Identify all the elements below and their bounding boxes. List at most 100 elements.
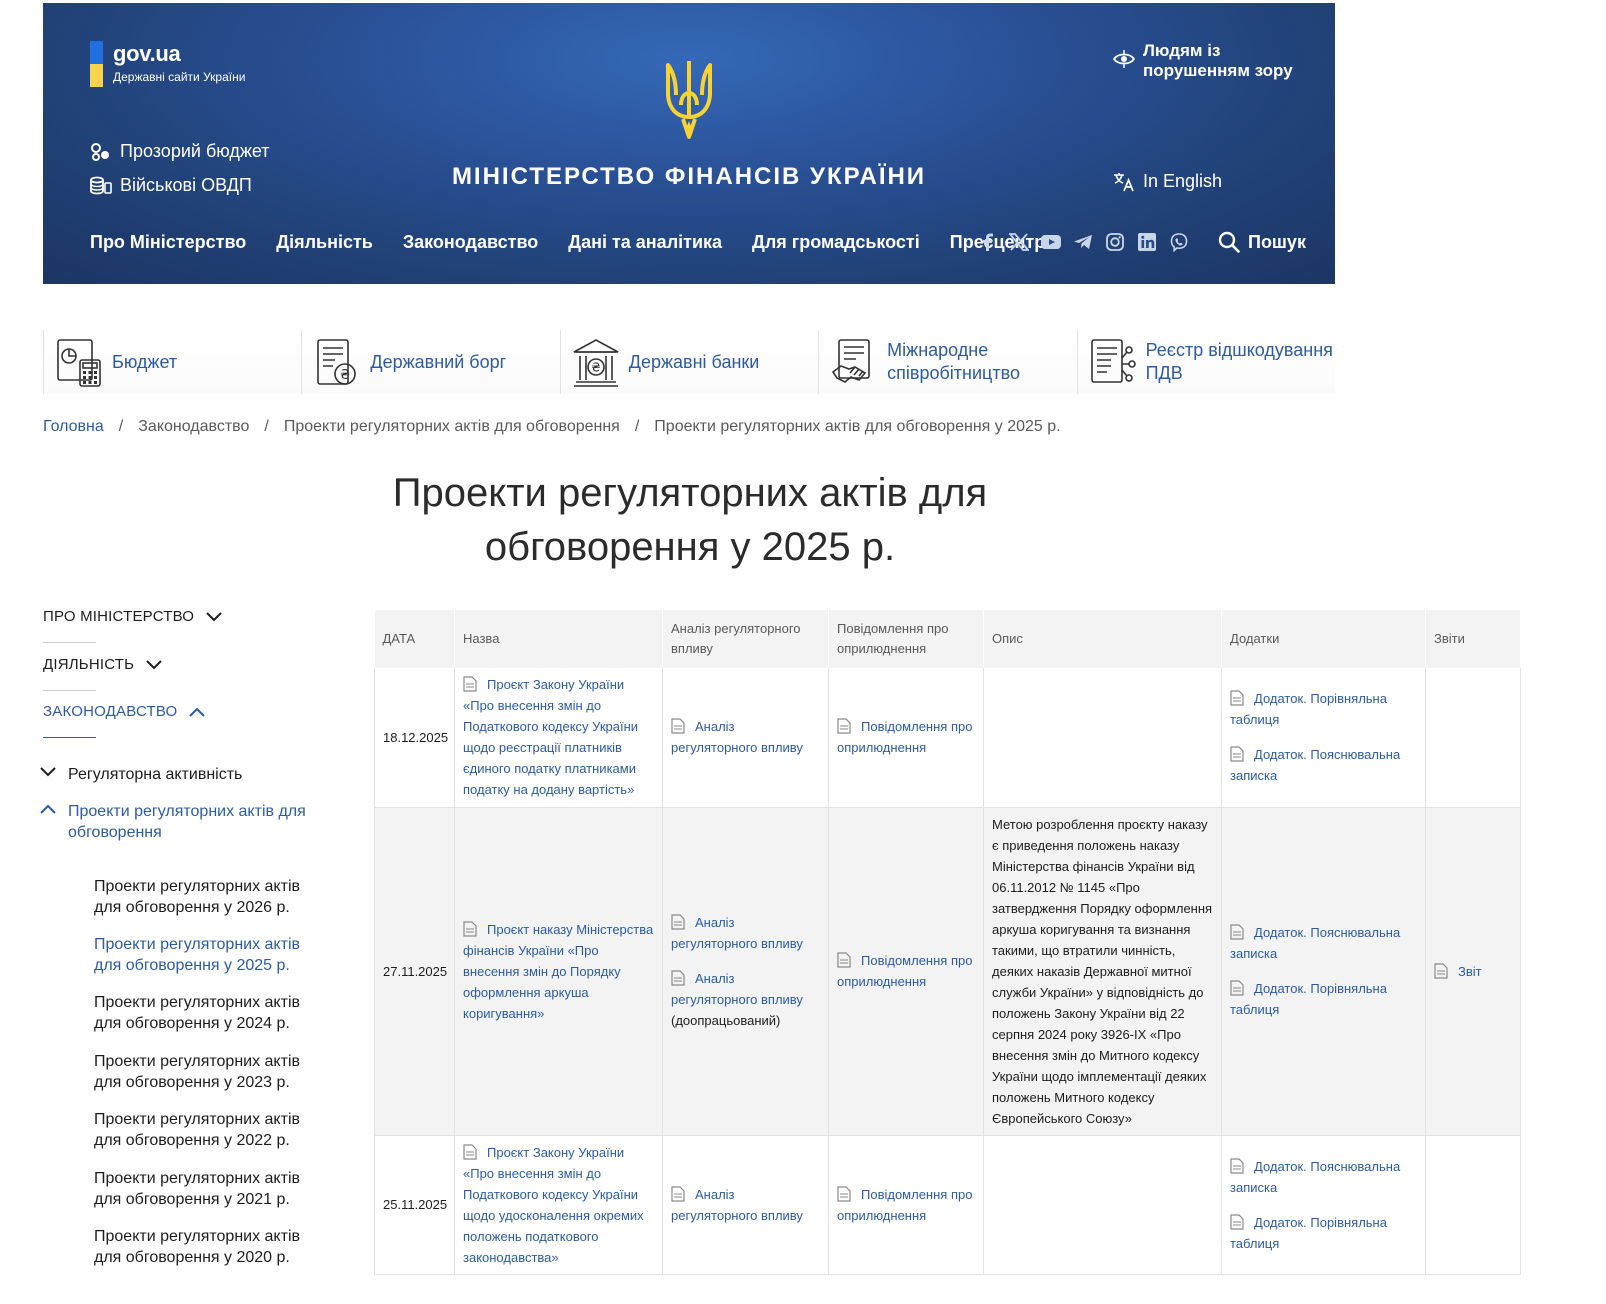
gov-ua-subtitle: Державні сайти України: [113, 70, 246, 84]
linkedin-icon[interactable]: [1137, 232, 1157, 252]
telegram-icon[interactable]: [1073, 232, 1093, 252]
notice-link-label: Повідомлення про оприлюднення: [837, 719, 973, 756]
ukraine-trident-icon[interactable]: [663, 59, 715, 141]
document-icon: [1230, 1157, 1244, 1174]
report-link[interactable]: Звіт: [1434, 961, 1512, 982]
sidebar-year-2026[interactable]: Проекти регуляторних актів для обговорен…: [94, 876, 324, 918]
breadcrumb-separator: /: [634, 418, 640, 435]
row-description: Метою розроблення проєкту наказу є приве…: [983, 807, 1222, 1136]
quick-link-international[interactable]: Міжнародне співробітництво: [818, 330, 1077, 394]
appendix-link-label: Додаток. Пояснювальна записка: [1230, 747, 1401, 784]
sidebar-item-regulatory-activity[interactable]: Регуляторна активність: [38, 764, 242, 785]
breadcrumb-separator: /: [118, 418, 124, 435]
sidebar-section-activity[interactable]: ДІЯЛЬНІСТЬ: [43, 656, 162, 673]
notice-link[interactable]: Повідомлення про оприлюднення: [837, 950, 975, 992]
column-header-description: Опис: [983, 610, 1222, 668]
sidebar-year-2024[interactable]: Проекти регуляторних актів для обговорен…: [94, 992, 324, 1034]
quick-link-label: Міжнародне співробітництво: [887, 340, 1020, 383]
breadcrumb-drafts[interactable]: Проекти регуляторних актів для обговорен…: [284, 418, 620, 436]
chevron-down-icon: [40, 767, 56, 777]
row-description: [983, 1135, 1222, 1275]
quick-links: Бюджет ₴ Державний борг ₴ Державні банки…: [43, 330, 1335, 394]
document-link[interactable]: Проєкт наказу Міністерства фінансів Укра…: [463, 919, 654, 1024]
document-icon: [671, 1185, 685, 1202]
breadcrumb: Головна / Законодавство / Проекти регуля…: [43, 418, 1061, 436]
sidebar-year-2020[interactable]: Проекти регуляторних актів для обговорен…: [94, 1226, 324, 1268]
sidebar-year-2022[interactable]: Проекти регуляторних актів для обговорен…: [94, 1109, 324, 1151]
sidebar-year-2025[interactable]: Проекти регуляторних актів для обговорен…: [94, 934, 324, 976]
nav-legislation[interactable]: Законодавство: [403, 232, 538, 253]
facebook-icon[interactable]: [977, 232, 997, 252]
gov-ua-logo[interactable]: gov.ua Державні сайти України: [90, 41, 245, 87]
sidebar-section-legislation[interactable]: ЗАКОНОДАВСТВО: [43, 703, 206, 720]
document-link-label: Проєкт Закону України «Про внесення змін…: [463, 677, 639, 798]
instagram-icon[interactable]: [1105, 232, 1125, 252]
document-icon: [671, 718, 685, 734]
analysis-revised-link[interactable]: Аналіз регуляторного впливу: [671, 968, 820, 1010]
table-header-row: ДАТА Назва Аналіз регуляторного впливу П…: [374, 610, 1521, 668]
search-icon: [1218, 231, 1240, 253]
appendix-link-label: Додаток. Порівняльна таблиця: [1230, 1214, 1387, 1251]
appendix-link[interactable]: Додаток. Пояснювальна записка: [1230, 922, 1417, 964]
column-header-appendices: Додатки: [1221, 610, 1426, 668]
regulatory-acts-table: ДАТА Назва Аналіз регуляторного впливу П…: [374, 610, 1521, 1275]
appendix-link[interactable]: Додаток. Пояснювальна записка: [1230, 1156, 1417, 1198]
appendix-link[interactable]: Додаток. Порівняльна таблиця: [1230, 688, 1417, 730]
pdf-icon: [671, 913, 685, 930]
nav-data-analytics[interactable]: Дані та аналітика: [568, 232, 722, 253]
table-row: 25.11.2025 Проєкт Закону України «Про вн…: [374, 1135, 1521, 1275]
chevron-up-icon: [189, 707, 206, 717]
nav-about[interactable]: Про Міністерство: [90, 232, 246, 253]
search-label: Пошук: [1248, 231, 1306, 252]
notice-link-label: Повідомлення про оприлюднення: [837, 1186, 973, 1223]
column-header-date: ДАТА: [374, 610, 455, 668]
transparent-budget-link[interactable]: Прозорий бюджет: [90, 141, 270, 162]
pdf-icon: [1434, 962, 1448, 979]
main-nav: Про Міністерство Діяльність Законодавств…: [90, 229, 1075, 255]
sidebar-section-about[interactable]: ПРО МІНІСТЕРСТВО: [43, 608, 222, 625]
debt-document-icon: ₴: [317, 339, 357, 385]
svg-text:₴: ₴: [340, 368, 350, 383]
document-link[interactable]: Проєкт Закону України «Про внесення змін…: [463, 674, 654, 800]
quick-link-state-banks[interactable]: ₴ Державні банки: [559, 330, 819, 394]
row-description: [983, 668, 1222, 808]
viber-icon[interactable]: [1169, 232, 1189, 252]
analysis-link[interactable]: Аналіз регуляторного впливу: [671, 1184, 820, 1226]
breadcrumb-legislation[interactable]: Законодавство: [138, 418, 249, 436]
appendix-link[interactable]: Додаток. Порівняльна таблиця: [1230, 978, 1417, 1020]
sidebar-divider: [43, 690, 96, 691]
analysis-link[interactable]: Аналіз регуляторного впливу: [671, 912, 820, 954]
column-header-notice: Повідомлення про оприлюднення: [828, 610, 984, 668]
page-title: Проекти регуляторних актів для обговорен…: [392, 471, 988, 569]
sidebar-year-2023[interactable]: Проекти регуляторних актів для обговорен…: [94, 1051, 324, 1093]
sidebar-section-label: ПРО МІНІСТЕРСТВО: [43, 608, 195, 625]
breadcrumb-separator: /: [264, 418, 269, 435]
quick-link-state-debt[interactable]: ₴ Державний борг: [301, 330, 560, 394]
quick-link-label: Державні банки: [628, 351, 760, 372]
notice-link[interactable]: Повідомлення про оприлюднення: [837, 1184, 975, 1226]
analysis-link-label: Аналіз регуляторного впливу: [671, 1186, 803, 1223]
accessibility-link[interactable]: Людям із порушенням зору: [1113, 41, 1303, 81]
column-header-name: Назва: [454, 610, 663, 668]
analysis-link[interactable]: Аналіз регуляторного впливу: [671, 716, 820, 758]
quick-link-label: Бюджет: [112, 351, 178, 372]
handshake-document-icon: [832, 339, 870, 383]
pdf-icon: [671, 969, 685, 986]
breadcrumb-home[interactable]: Головна: [43, 418, 104, 436]
nav-activity[interactable]: Діяльність: [276, 232, 373, 253]
appendix-link[interactable]: Додаток. Пояснювальна записка: [1230, 744, 1417, 786]
quick-link-vat-register[interactable]: Реєстр відшкодування ПДВ: [1076, 330, 1335, 394]
appendix-link[interactable]: Додаток. Порівняльна таблиця: [1230, 1212, 1417, 1254]
x-icon[interactable]: [1009, 232, 1029, 252]
search-button[interactable]: Пошук: [1218, 229, 1306, 255]
notice-link[interactable]: Повідомлення про оприлюднення: [837, 716, 975, 758]
english-link[interactable]: In English: [1113, 171, 1222, 192]
document-icon: [1230, 980, 1244, 996]
row-date: 25.11.2025: [374, 1135, 455, 1275]
quick-link-budget[interactable]: Бюджет: [43, 330, 302, 394]
youtube-icon[interactable]: [1041, 232, 1061, 252]
document-link[interactable]: Проєкт Закону України «Про внесення змін…: [463, 1142, 654, 1268]
nav-public[interactable]: Для громадськості: [752, 232, 920, 253]
sidebar-item-drafts[interactable]: Проекти регуляторних актів для обговорен…: [38, 801, 318, 843]
sidebar-year-2021[interactable]: Проекти регуляторних актів для обговорен…: [94, 1168, 324, 1210]
